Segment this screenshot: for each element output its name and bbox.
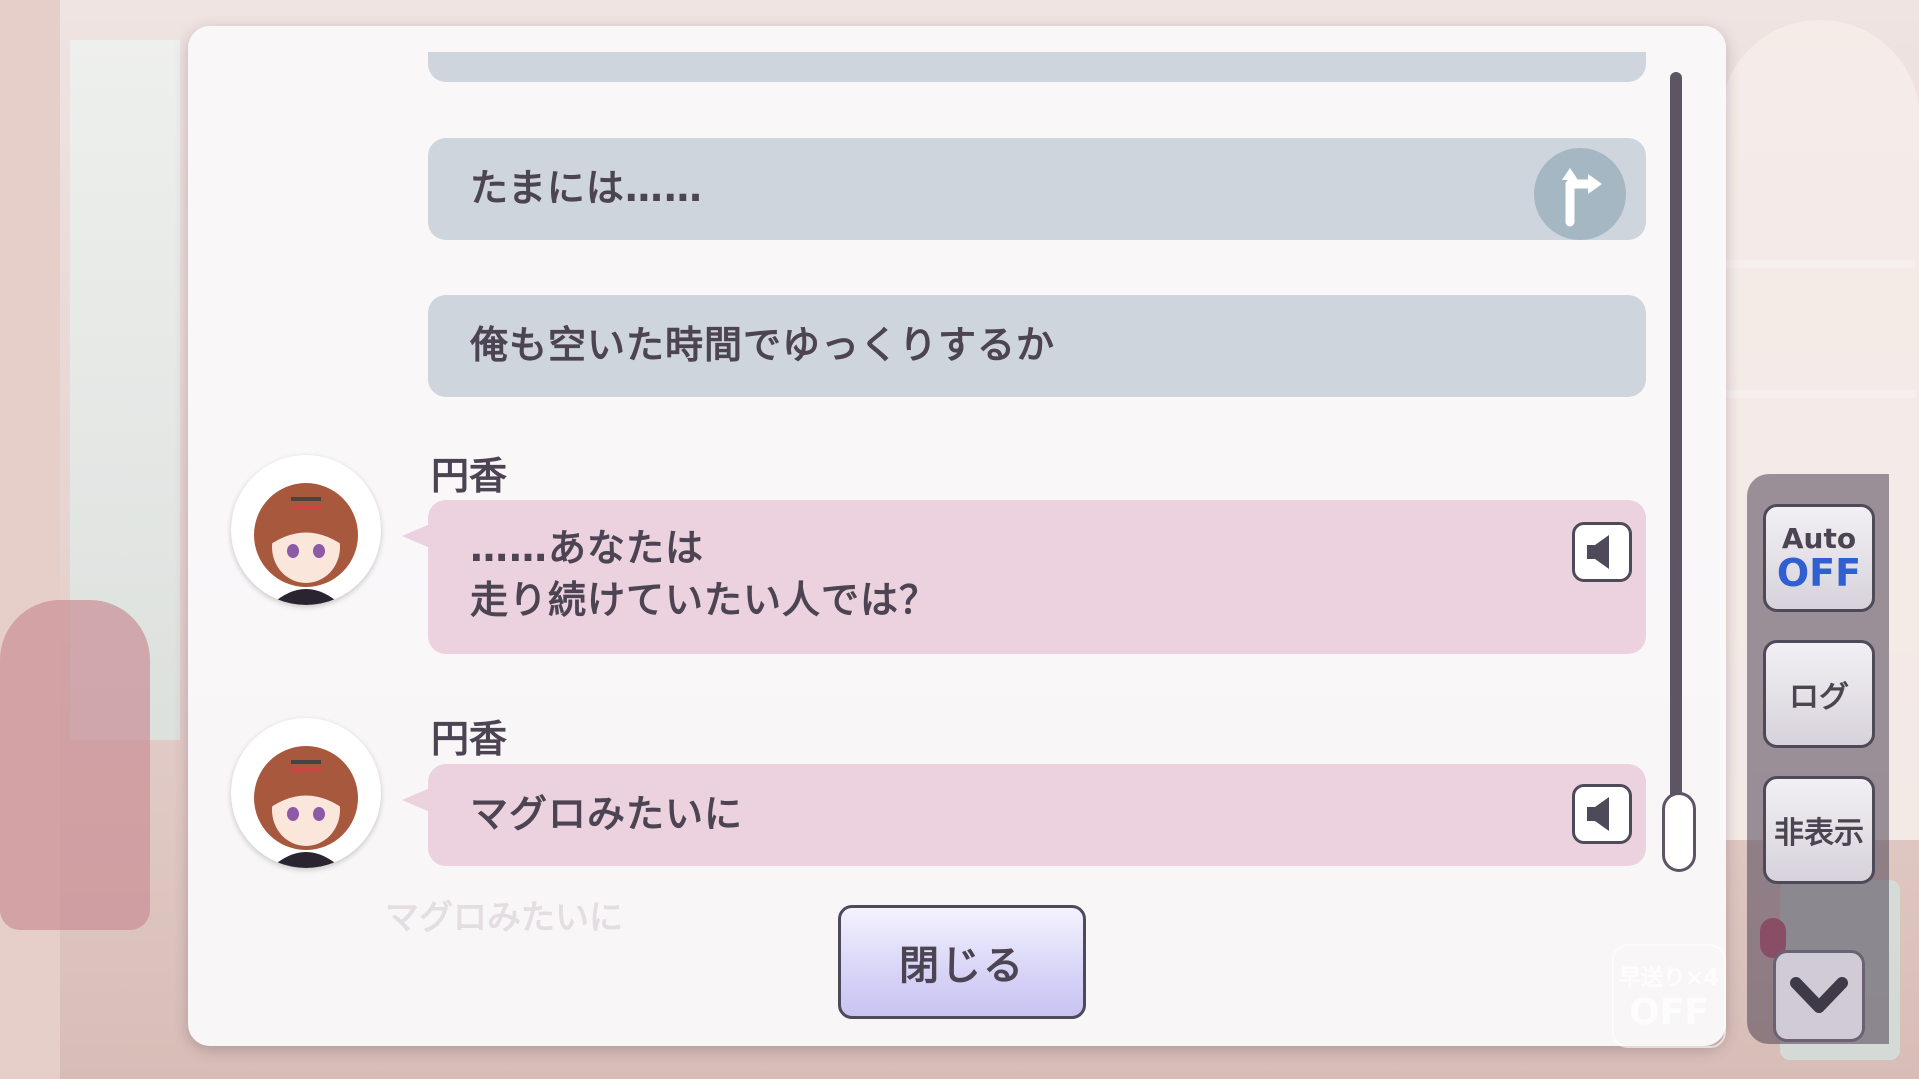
log-entry-partial <box>428 52 1646 82</box>
log-label: ログ <box>1789 680 1849 715</box>
fast-forward-label: 早送り×4 <box>1619 966 1719 991</box>
choice-bubble: 俺も空いた時間でゆっくりするか <box>428 295 1646 397</box>
chevron-down-icon[interactable] <box>1773 950 1865 1042</box>
speech-bubble: マグロみたいに <box>402 764 1646 866</box>
close-button[interactable]: 閉じる <box>838 905 1086 1019</box>
choice-text: 俺も空いた時間でゆっくりするか <box>470 323 1056 367</box>
speech-line: マグロみたいに <box>470 792 744 836</box>
speaker-name: 円香 <box>431 454 508 498</box>
hide-button[interactable]: 非表示 <box>1763 776 1875 884</box>
fast-forward-button[interactable]: 早送り×4 OFF <box>1612 944 1726 1048</box>
speech-line: ……あなたは <box>470 526 705 570</box>
avatar <box>231 455 381 605</box>
auto-label: Auto <box>1781 522 1857 555</box>
hide-label: 非表示 <box>1774 816 1864 851</box>
avatar <box>231 718 381 868</box>
scrollbar-track[interactable] <box>1670 72 1682 868</box>
auto-button[interactable]: Auto OFF <box>1763 504 1875 612</box>
background-dialogue-text: マグロみたいに <box>385 898 623 938</box>
auto-state: OFF <box>1776 551 1862 595</box>
log-button[interactable]: ログ <box>1763 640 1875 748</box>
choice-bubble: たまには…… <box>428 138 1646 240</box>
scrollbar-thumb[interactable] <box>1662 792 1696 872</box>
speaker-icon[interactable] <box>1572 522 1632 582</box>
choice-text: たまには…… <box>470 166 703 210</box>
speaker-icon[interactable] <box>1572 784 1632 844</box>
speaker-name: 円香 <box>431 717 508 761</box>
speech-bubble: ……あなたは 走り続けていたい人では？ <box>402 500 1646 654</box>
branch-arrow-icon[interactable] <box>1534 148 1626 240</box>
fast-forward-state: OFF <box>1629 992 1709 1033</box>
speech-line: 走り続けていたい人では？ <box>470 578 939 622</box>
